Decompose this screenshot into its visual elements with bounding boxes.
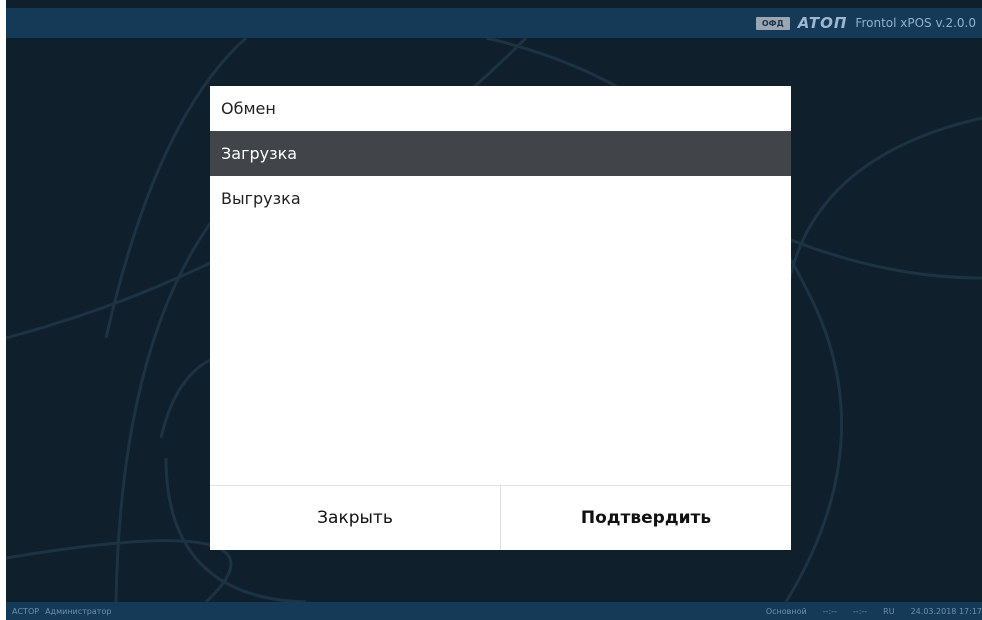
- atol-logo: ATOΠ: [797, 14, 848, 32]
- dialog-title: Обмен: [221, 99, 276, 118]
- status-company: АСТОР: [12, 606, 40, 616]
- close-button[interactable]: Закрыть: [210, 486, 501, 550]
- menu-item-label: Выгрузка: [221, 189, 301, 208]
- top-bar: ОФД ATOΠ Frontol xPOS v.2.0.0: [6, 8, 982, 38]
- menu-item-label: Загрузка: [221, 144, 298, 163]
- dialog-footer: Закрыть Подтвердить: [210, 485, 791, 550]
- status-user: АСТОР Администратор: [12, 602, 111, 620]
- product-version: Frontol xPOS v.2.0.0: [855, 16, 976, 30]
- menu-item-download[interactable]: Выгрузка: [210, 176, 791, 221]
- status-indicator-1: --:--: [822, 606, 837, 616]
- status-language: RU: [883, 606, 895, 616]
- confirm-button[interactable]: Подтвердить: [501, 486, 791, 550]
- status-indicator-2: --:--: [852, 606, 868, 616]
- status-datetime: 24.03.2018 17:17: [910, 606, 982, 616]
- ofd-badge: ОФД: [755, 16, 790, 30]
- menu-item-upload[interactable]: Загрузка: [210, 131, 791, 176]
- exchange-menu: Загрузка Выгрузка: [210, 131, 791, 221]
- status-mode: Основной: [765, 606, 807, 616]
- brand-area: ОФД ATOΠ Frontol xPOS v.2.0.0: [755, 8, 976, 38]
- exchange-dialog: Обмен Загрузка Выгрузка Закрыть Подтверд…: [210, 86, 791, 550]
- status-info: Основной --:-- --:-- RU 24.03.2018 17:17: [766, 602, 982, 620]
- status-bar: АСТОР Администратор Основной --:-- --:--…: [6, 602, 982, 620]
- status-role: Администратор: [45, 606, 112, 616]
